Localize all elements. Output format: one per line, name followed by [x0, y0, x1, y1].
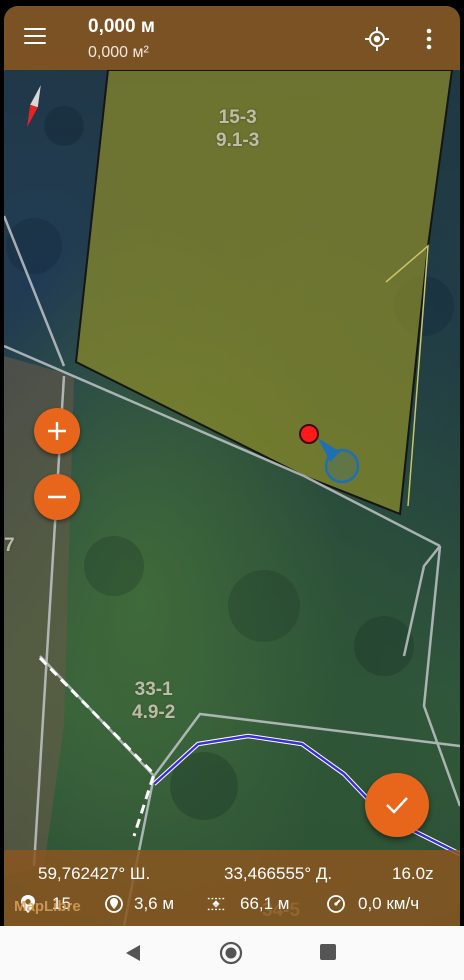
latitude-value: 59,762427° Ш.: [38, 864, 151, 883]
parcel-number: 15-3: [218, 107, 257, 128]
minus-icon: [48, 495, 66, 499]
coordinates-status-bar: 59,762427° Ш. 33,466555° Д. 16.0z 15 3,6…: [4, 850, 460, 926]
altitude-value: 66,1 м: [240, 894, 290, 913]
top-app-bar: 0,000 м 0,000 м²: [4, 6, 460, 70]
zoom-level: 16.0z: [392, 864, 434, 883]
compass-needle-icon[interactable]: [23, 84, 44, 128]
accuracy-icon: [105, 895, 123, 913]
altitude-icon: [207, 897, 225, 911]
speed-value: 0,0 км/ч: [358, 894, 420, 913]
map-view[interactable]: 15-3 9.1-3 33-1 4.9-2 7 34-5 0,000 м 0,0…: [4, 6, 460, 926]
check-icon: [386, 797, 408, 814]
zoom-out-button[interactable]: [34, 474, 80, 520]
gps-position-marker[interactable]: [299, 424, 319, 444]
confirm-button[interactable]: [365, 773, 429, 837]
area-subtitle: 0,000 м²: [88, 44, 149, 61]
zoom-in-button[interactable]: [34, 408, 80, 454]
parcel-code: 4.9-2: [132, 702, 176, 723]
parcel-number: 7: [4, 535, 15, 556]
maplibre-attribution[interactable]: MapLibre: [14, 898, 81, 915]
parcel-number: 33-1: [134, 679, 173, 700]
gps-locate-icon[interactable]: [364, 26, 390, 52]
parcel-label: 33-1 4.9-2: [132, 678, 175, 724]
back-triangle-icon[interactable]: [124, 943, 142, 963]
speedometer-icon: [327, 895, 345, 913]
hamburger-menu-icon[interactable]: [24, 28, 46, 46]
longitude-value: 33,466555° Д.: [224, 864, 333, 883]
system-navigation-bar: [0, 926, 464, 980]
recents-square-icon[interactable]: [320, 944, 336, 960]
app-frame: 15-3 9.1-3 33-1 4.9-2 7 34-5 0,000 м 0,0…: [0, 0, 464, 980]
accuracy-value: 3,6 м: [134, 894, 175, 913]
plus-icon: [48, 422, 66, 440]
home-circle-icon[interactable]: [219, 941, 243, 965]
more-vertical-icon[interactable]: [422, 26, 436, 52]
parcel-label: 7: [4, 534, 15, 557]
distance-title: 0,000 м: [88, 16, 155, 37]
parcel-code: 9.1-3: [216, 130, 260, 151]
parcel-label: 15-3 9.1-3: [216, 106, 259, 152]
field-polygon[interactable]: [74, 69, 454, 516]
